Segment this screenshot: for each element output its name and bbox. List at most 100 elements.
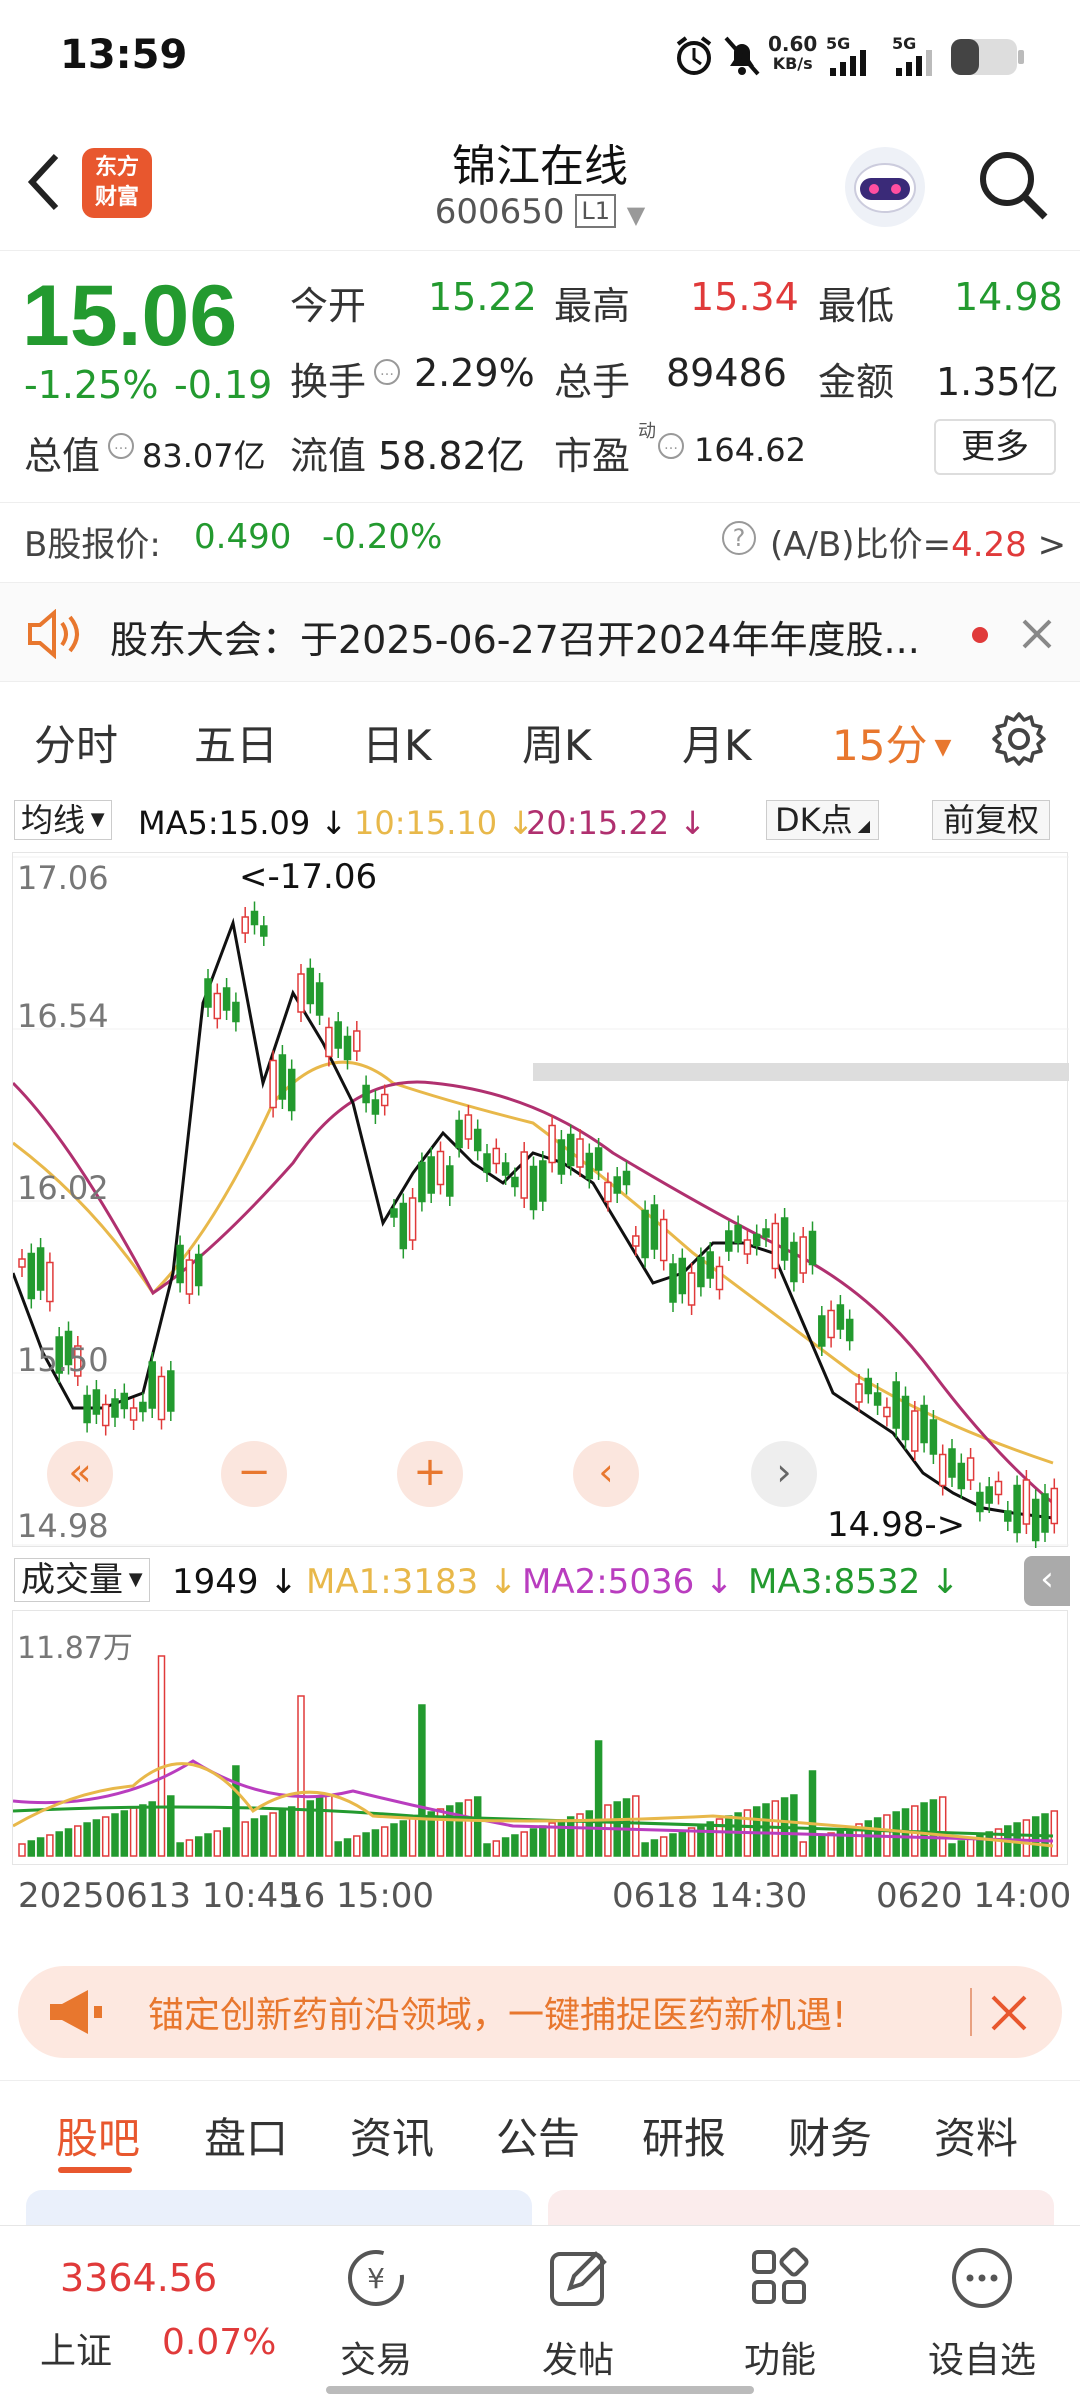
amount-value: 1.35亿: [936, 360, 1059, 404]
clock: 13:59: [60, 32, 188, 78]
content-tabs: 股吧 盘口 资讯 公告 研报 财务 资料: [0, 2080, 1080, 2180]
info-icon[interactable]: …: [108, 433, 134, 459]
volume-bar: [371, 1829, 380, 1857]
candle-body: [864, 1377, 873, 1395]
tab-profile[interactable]: 资料: [934, 2105, 1018, 2166]
tab-daily-k[interactable]: 日K: [362, 712, 432, 773]
promo-banner[interactable]: 锚定创新药前沿领域，一键捕捉医药新机遇!: [18, 1966, 1062, 2058]
collapse-panel-button[interactable]: ‹: [1024, 1556, 1070, 1606]
candle-body: [1004, 1510, 1012, 1522]
tab-research[interactable]: 研报: [642, 2105, 726, 2166]
adjust-button[interactable]: 前复权: [932, 800, 1051, 840]
ma10-value: 10:15.10 ↓: [354, 804, 535, 842]
info-icon[interactable]: …: [374, 359, 400, 385]
volume-bar: [483, 1843, 491, 1857]
robot-assistant-icon[interactable]: [842, 144, 928, 230]
volume-bar: [650, 1839, 659, 1857]
candle-body: [232, 1001, 240, 1023]
volume-chart[interactable]: 11.87万: [12, 1610, 1068, 1865]
help-icon[interactable]: ?: [722, 521, 756, 555]
volume-bar: [864, 1820, 873, 1857]
candle-body: [241, 916, 249, 934]
scroll-left-button[interactable]: ‹: [573, 1441, 639, 1507]
volume-bar: [725, 1815, 733, 1857]
open-label: 今开: [290, 284, 367, 328]
volume-bar: [492, 1840, 501, 1857]
tab-finance[interactable]: 财务: [788, 2105, 872, 2166]
close-icon[interactable]: [1020, 617, 1054, 651]
time-label-1: 20250613 10:45: [18, 1876, 300, 1916]
index-name[interactable]: 上证: [40, 2322, 112, 2374]
b-share-row[interactable]: B股报价: 0.490 -0.20% ? (A/B)比价=4.28 >: [0, 502, 1080, 574]
kline-svg: [13, 856, 1069, 1548]
tab-intraday[interactable]: 分时: [34, 712, 118, 773]
volume-bar: [92, 1819, 101, 1857]
kline-chart[interactable]: 17.06 16.54 16.02 15.50 14.98 <-17.06 14…: [12, 852, 1069, 1548]
turnover-value: 2.29%: [414, 351, 535, 395]
settings-gear-icon[interactable]: [990, 710, 1048, 768]
candle-body: [418, 1161, 426, 1203]
vol-ma1: MA1:3183 ↓: [306, 1562, 518, 1602]
turnover-label: 换手: [290, 360, 367, 404]
volume-bar: [334, 1841, 342, 1857]
volume-bar: [232, 1765, 240, 1857]
volume-bar: [585, 1810, 594, 1857]
volume-indicator-select[interactable]: 成交量 ▼: [14, 1558, 150, 1602]
tab-15min[interactable]: 15分 ▼: [832, 712, 951, 773]
candle-body: [539, 1160, 547, 1202]
more-button[interactable]: 更多: [934, 419, 1056, 475]
b-share-pct: -0.20%: [322, 517, 443, 557]
candle-body: [771, 1222, 780, 1270]
zoom-in-button[interactable]: +: [397, 1441, 463, 1507]
tab-guba[interactable]: 股吧: [56, 2105, 140, 2166]
scroll-start-button[interactable]: «: [47, 1441, 113, 1507]
quote-panel: 15.06 -1.25% -0.19 今开 15.22 最高 15.34 最低 …: [0, 250, 1080, 490]
volume-bar: [194, 1836, 203, 1857]
volume-bar: [260, 1815, 268, 1857]
tab-news[interactable]: 资讯: [350, 2105, 434, 2166]
candle-body: [501, 1162, 510, 1176]
ma5-value: MA5:15.09 ↓: [138, 804, 348, 842]
tab-five-day[interactable]: 五日: [194, 712, 278, 773]
notice-bar[interactable]: 股东大会：于2025-06-27召开2024年年度股...: [0, 582, 1080, 682]
volume-bar: [362, 1832, 370, 1857]
scroll-right-button[interactable]: ›: [751, 1441, 817, 1507]
candle-body: [511, 1176, 519, 1188]
volume-bar: [808, 1770, 817, 1857]
volume-bar: [697, 1824, 705, 1857]
svg-text:¥: ¥: [367, 2262, 385, 2295]
close-icon[interactable]: [990, 1994, 1028, 2032]
volume-bar: [55, 1831, 63, 1857]
candle-body: [27, 1252, 36, 1300]
volume-bar: [529, 1828, 538, 1857]
tab-weekly-k[interactable]: 周K: [522, 712, 592, 773]
dk-point-button[interactable]: DK点 ◢: [766, 800, 880, 840]
index-value[interactable]: 3364.56: [60, 2256, 217, 2300]
volume-bar: [455, 1802, 463, 1857]
y-label-2: 16.54: [17, 997, 109, 1035]
tab-orderbook[interactable]: 盘口: [204, 2105, 288, 2166]
info-icon[interactable]: …: [658, 433, 684, 459]
candle-body: [1031, 1498, 1040, 1542]
volume-bar: [167, 1795, 175, 1857]
b-share-label: B股报价:: [24, 525, 161, 565]
indicator-select[interactable]: 均线 ▼: [14, 800, 112, 840]
volume-bar: [790, 1794, 798, 1857]
candle-body: [622, 1170, 631, 1186]
volume-bar: [706, 1821, 714, 1857]
tab-monthly-k[interactable]: 月K: [682, 712, 752, 773]
volume-bar: [845, 1826, 854, 1857]
search-icon[interactable]: [976, 148, 1050, 222]
zoom-out-button[interactable]: −: [221, 1441, 287, 1507]
volume-bar: [966, 1837, 975, 1857]
volume-bar: [622, 1798, 631, 1857]
candle-body: [306, 967, 315, 1005]
volume-svg: [13, 1655, 1059, 1857]
candle-body: [194, 1253, 203, 1287]
tab-announcements[interactable]: 公告: [496, 2105, 580, 2166]
index-pct[interactable]: 0.07%: [162, 2322, 276, 2363]
candle-body: [157, 1375, 166, 1421]
candle-body: [1013, 1484, 1021, 1534]
candle-body: [36, 1247, 45, 1291]
y-label-bottom: 14.98: [17, 1507, 109, 1545]
